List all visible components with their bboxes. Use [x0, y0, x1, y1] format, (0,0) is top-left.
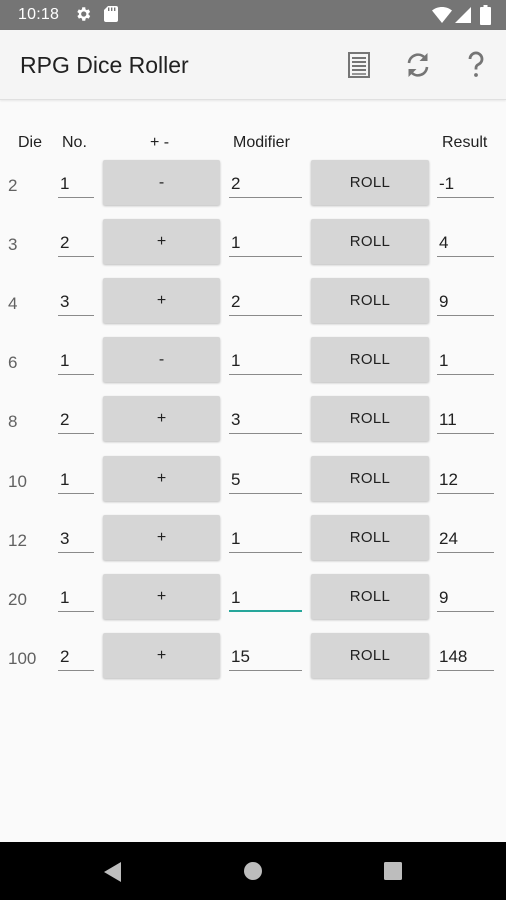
die-label: 8: [8, 412, 18, 431]
modifier-input[interactable]: 5: [229, 470, 302, 494]
app-bar: RPG Dice Roller: [0, 30, 506, 100]
roll-button[interactable]: ROLL: [311, 456, 429, 501]
modifier-input[interactable]: 1: [229, 233, 302, 257]
die-label: 4: [8, 294, 18, 313]
status-time: 10:18: [18, 6, 60, 23]
count-input[interactable]: 1: [58, 470, 94, 494]
back-icon[interactable]: [101, 860, 123, 884]
home-icon[interactable]: [243, 861, 263, 881]
die-label: 12: [8, 531, 27, 550]
modifier-input[interactable]: 3: [229, 410, 302, 434]
count-input[interactable]: 2: [58, 647, 94, 671]
die-label: 20: [8, 590, 27, 609]
modifier-input[interactable]: 2: [229, 292, 302, 316]
sign-toggle-button[interactable]: +: [103, 396, 220, 441]
count-input[interactable]: 1: [58, 174, 94, 198]
app-title: RPG Dice Roller: [20, 52, 189, 78]
sign-toggle-button[interactable]: +: [103, 278, 220, 323]
count-input[interactable]: 1: [58, 351, 94, 375]
die-label: 3: [8, 235, 18, 254]
die-label: 10: [8, 472, 27, 491]
modifier-input[interactable]: 2: [229, 174, 302, 198]
result-field: -1: [437, 174, 494, 198]
roll-button[interactable]: ROLL: [311, 515, 429, 560]
die-label: 100: [8, 649, 37, 668]
result-field: 148: [437, 647, 494, 671]
header-result: Result: [442, 134, 488, 151]
roll-button[interactable]: ROLL: [311, 278, 429, 323]
count-input[interactable]: 2: [58, 410, 94, 434]
sign-toggle-button[interactable]: -: [103, 160, 220, 205]
refresh-icon[interactable]: [401, 48, 435, 82]
result-field: 9: [437, 588, 494, 612]
modifier-input[interactable]: 1: [229, 351, 302, 375]
header-sign: + -: [150, 134, 170, 151]
roll-button[interactable]: ROLL: [311, 396, 429, 441]
recents-icon[interactable]: [384, 862, 402, 880]
status-bar: 10:18: [0, 0, 506, 30]
list-icon[interactable]: [342, 48, 376, 82]
die-label: 6: [8, 353, 18, 372]
roll-button[interactable]: ROLL: [311, 574, 429, 619]
header-modifier: Modifier: [233, 134, 290, 151]
count-input[interactable]: 3: [58, 292, 94, 316]
modifier-input[interactable]: 15: [229, 647, 302, 671]
signal-icon: [455, 7, 471, 23]
count-input[interactable]: 1: [58, 588, 94, 612]
result-field: 4: [437, 233, 494, 257]
modifier-input[interactable]: 1: [229, 529, 302, 553]
roll-button[interactable]: ROLL: [311, 337, 429, 382]
help-icon[interactable]: [459, 48, 493, 82]
sign-toggle-button[interactable]: -: [103, 337, 220, 382]
settings-icon: [77, 7, 91, 21]
battery-icon: [480, 5, 491, 25]
roll-button[interactable]: ROLL: [311, 633, 429, 678]
sign-toggle-button[interactable]: +: [103, 219, 220, 264]
sign-toggle-button[interactable]: +: [103, 574, 220, 619]
navigation-bar: [0, 842, 506, 900]
result-field: 24: [437, 529, 494, 553]
wifi-icon: [432, 7, 452, 23]
roll-button[interactable]: ROLL: [311, 160, 429, 205]
header-no: No.: [62, 134, 87, 151]
sign-toggle-button[interactable]: +: [103, 515, 220, 560]
header-die: Die: [18, 134, 43, 151]
result-field: 11: [437, 410, 494, 434]
result-field: 12: [437, 470, 494, 494]
sign-toggle-button[interactable]: +: [103, 633, 220, 678]
modifier-input[interactable]: 1: [229, 588, 302, 612]
result-field: 1: [437, 351, 494, 375]
result-field: 9: [437, 292, 494, 316]
count-input[interactable]: 3: [58, 529, 94, 553]
die-label: 2: [8, 176, 18, 195]
count-input[interactable]: 2: [58, 233, 94, 257]
sign-toggle-button[interactable]: +: [103, 456, 220, 501]
sd-card-icon: [104, 6, 118, 22]
roll-button[interactable]: ROLL: [311, 219, 429, 264]
